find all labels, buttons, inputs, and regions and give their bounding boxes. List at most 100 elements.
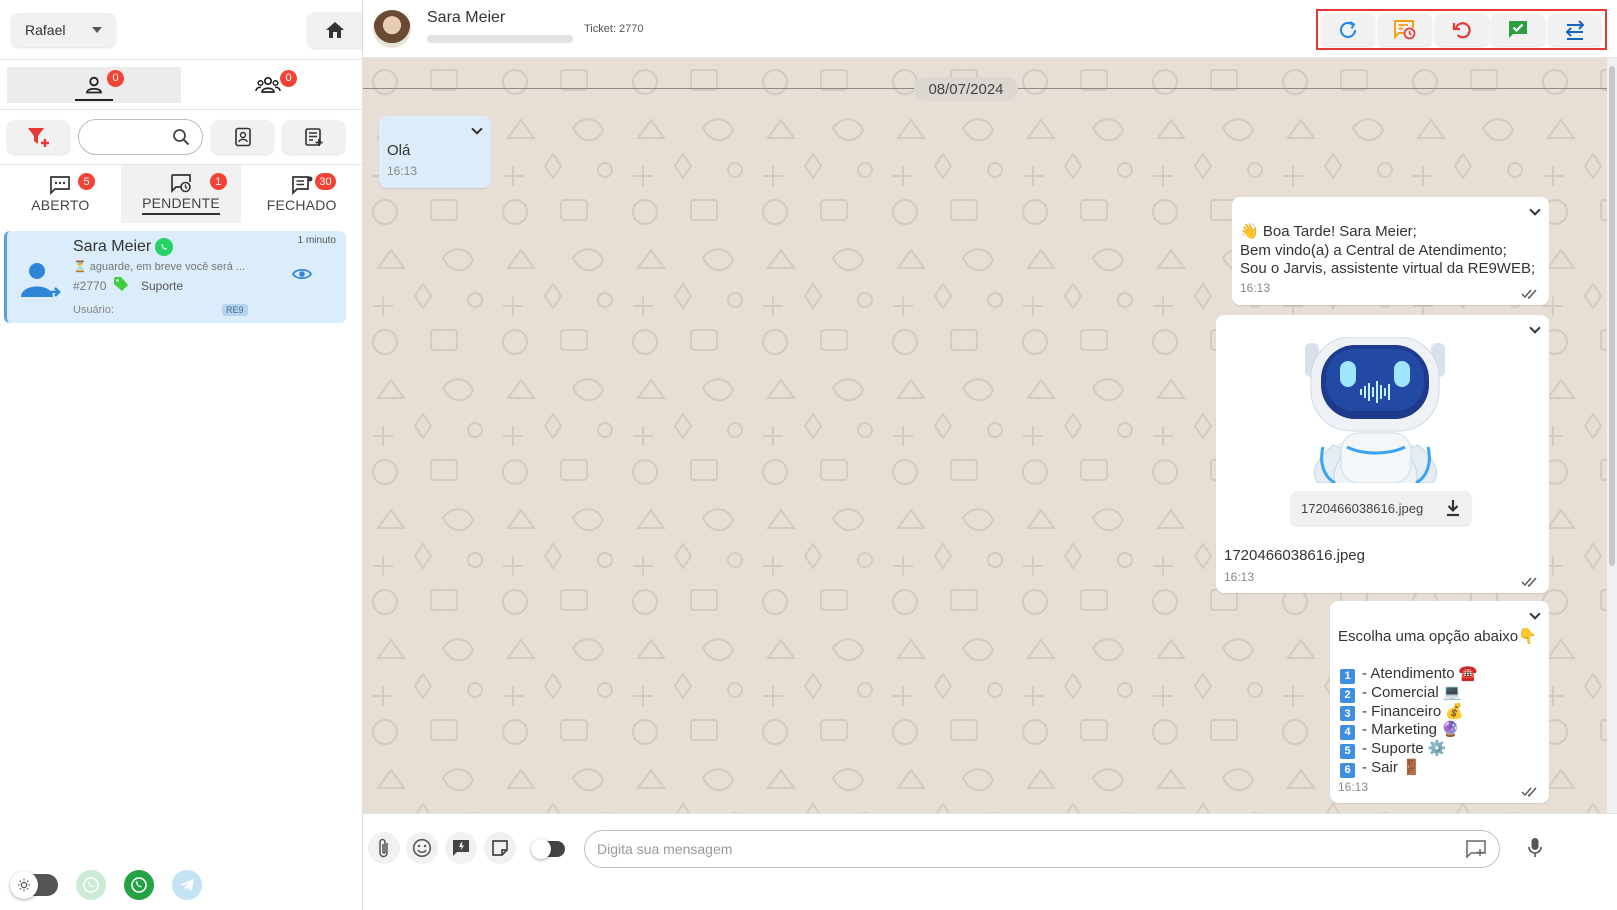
note-add-icon: [304, 128, 322, 146]
tab-pendente-label: PENDENTE: [142, 195, 220, 215]
ticket-scope-tabs: 0 0: [0, 60, 362, 110]
outgoing-message-image[interactable]: 1720466038616.jpeg 1720466038616.jpeg 16…: [1216, 315, 1549, 593]
chat-bubble-icon: [50, 176, 71, 195]
tab-pendente[interactable]: PENDENTE 1: [120, 165, 242, 223]
scheduled-message-icon[interactable]: [1465, 839, 1487, 859]
tab-fechado[interactable]: FECHADO 30: [241, 165, 362, 223]
option-number: 1: [1340, 668, 1355, 684]
contacts-button[interactable]: [211, 120, 274, 154]
message-menu-chevron-icon[interactable]: [1529, 204, 1541, 216]
search-icon: [173, 129, 190, 146]
home-icon: [325, 21, 344, 38]
paperclip-icon: [379, 838, 388, 858]
signature-toggle[interactable]: [531, 839, 565, 859]
filter-button[interactable]: [7, 120, 70, 154]
incoming-message[interactable]: Olá 16:13: [379, 116, 491, 188]
microphone-icon: [1528, 838, 1542, 857]
message-line: Sou o Jarvis, assistente virtual da RE9W…: [1240, 260, 1535, 279]
scrollbar-thumb[interactable]: [1609, 66, 1615, 566]
tab-aberto-label: ABERTO: [31, 197, 90, 213]
message-line: 👋 Boa Tarde! Sara Meier;: [1240, 223, 1535, 242]
contact-name-bold: Sara Meier: [1339, 223, 1413, 240]
message-menu-chevron-icon[interactable]: [1529, 608, 1541, 620]
tag-icon: [114, 277, 128, 291]
telegram-channel-icon[interactable]: [172, 870, 202, 900]
new-ticket-button[interactable]: [282, 120, 345, 154]
menu-option: 5 - Suporte ⚙️: [1340, 740, 1477, 759]
menu-option: 2 - Comercial 💻: [1340, 684, 1477, 703]
menu-title: Escolha uma opção abaixo👇: [1338, 628, 1537, 645]
menu-options: 1 - Atendimento ☎️ 2 - Comercial 💻 3 - Fina…: [1340, 665, 1477, 778]
ticket-number-label: Ticket: 2770: [584, 23, 644, 35]
company-name: RE9WEB: [1467, 260, 1531, 277]
home-button[interactable]: [307, 11, 362, 48]
message-line: Bem vindo(a) a Central de Atendimento;: [1240, 241, 1507, 259]
tab-underline: [75, 98, 113, 101]
contact-status-bar: [427, 35, 573, 43]
return-ticket-button[interactable]: [1434, 13, 1489, 46]
transfer-ticket-button[interactable]: [1548, 13, 1602, 46]
option-number: 5: [1340, 743, 1355, 759]
option-text: - Marketing 🔮: [1362, 721, 1460, 739]
message-time: 16:13: [1224, 570, 1255, 584]
tab-group-tickets[interactable]: 0: [181, 67, 355, 103]
sidebar-header: Rafael: [0, 0, 362, 60]
whatsapp-channel-icon[interactable]: [124, 870, 154, 900]
contact-name[interactable]: Sara Meier: [427, 9, 505, 27]
outgoing-message-menu[interactable]: Escolha uma opção abaixo👇 1 - Atendimento…: [1330, 601, 1549, 803]
text-segment: Sou o Jarvis, assistente virtual da: [1240, 260, 1468, 277]
status-tabs: ABERTO 5 PENDENTE 1 FECHADO 30: [0, 165, 362, 223]
text-segment: 👋 Boa Tarde!: [1240, 223, 1340, 240]
tab-aberto[interactable]: ABERTO 5: [0, 165, 121, 223]
voice-record-button[interactable]: [1519, 832, 1551, 864]
schedule-button[interactable]: [1377, 13, 1432, 46]
search-input[interactable]: [78, 119, 203, 155]
chat-scrollbar[interactable]: [1607, 58, 1617, 813]
group-tickets-count-badge: 0: [280, 69, 297, 87]
toggle-knob: [531, 839, 551, 859]
image-attachment[interactable]: [1223, 336, 1542, 495]
sticker-icon: [492, 840, 508, 856]
file-name: 1720466038616.jpeg: [1301, 500, 1424, 516]
ticket-user-label: Usuário:: [73, 304, 114, 316]
ticket-list-item[interactable]: Sara Meier 1 minuto ⏳ aguarde, em breve …: [4, 231, 346, 323]
aberto-count-badge: 5: [78, 173, 95, 190]
message-menu-chevron-icon[interactable]: [471, 123, 483, 135]
message-list[interactable]: 08/07/2024 Olá 16:13 👋 Boa Tarde! Sara M…: [363, 58, 1617, 813]
closed-chat-icon: [291, 176, 313, 195]
contact-avatar[interactable]: [373, 10, 411, 48]
message-composer: Digita sua mensagem: [363, 813, 1617, 910]
resolve-ticket-button[interactable]: [1491, 13, 1546, 46]
emoji-button[interactable]: [406, 832, 438, 864]
outgoing-message-greeting[interactable]: 👋 Boa Tarde! Sara Meier; Bem vindo(a) a …: [1232, 197, 1549, 305]
schedule-chat-icon: [1393, 19, 1416, 39]
file-download-pill[interactable]: 1720466038616.jpeg: [1291, 491, 1471, 525]
ticket-actions: [1316, 9, 1607, 50]
double-check-icon: [1521, 787, 1537, 797]
transfer-icon: [1565, 19, 1585, 40]
menu-option: 4 - Marketing 🔮: [1340, 721, 1477, 740]
quick-reply-icon: [453, 840, 469, 856]
theme-toggle[interactable]: [10, 871, 58, 899]
ticket-contact-name-row: Sara Meier: [73, 238, 174, 256]
user-name: Rafael: [25, 21, 66, 38]
message-time: 16:13: [387, 164, 418, 178]
sticker-button[interactable]: [484, 832, 516, 864]
attach-button[interactable]: [368, 832, 400, 864]
menu-option: 3 - Financeiro 💰: [1340, 703, 1477, 722]
option-number: 4: [1340, 725, 1355, 740]
refresh-button[interactable]: [1321, 13, 1375, 46]
quick-replies-button[interactable]: [445, 832, 477, 864]
message-menu-chevron-icon[interactable]: [1529, 322, 1541, 334]
view-ticket-icon[interactable]: [292, 267, 312, 281]
group-icon: [255, 76, 281, 93]
sun-icon: [10, 871, 38, 899]
whatsapp-icon: [155, 238, 174, 256]
user-menu-button[interactable]: Rafael: [11, 12, 116, 47]
download-icon[interactable]: [1445, 499, 1461, 517]
message-input[interactable]: Digita sua mensagem: [584, 830, 1500, 868]
whatsapp-channel-disabled-icon[interactable]: [76, 870, 106, 900]
contact-card-icon: [234, 127, 251, 147]
undo-icon: [1452, 21, 1471, 38]
tab-my-tickets[interactable]: 0: [7, 66, 181, 103]
